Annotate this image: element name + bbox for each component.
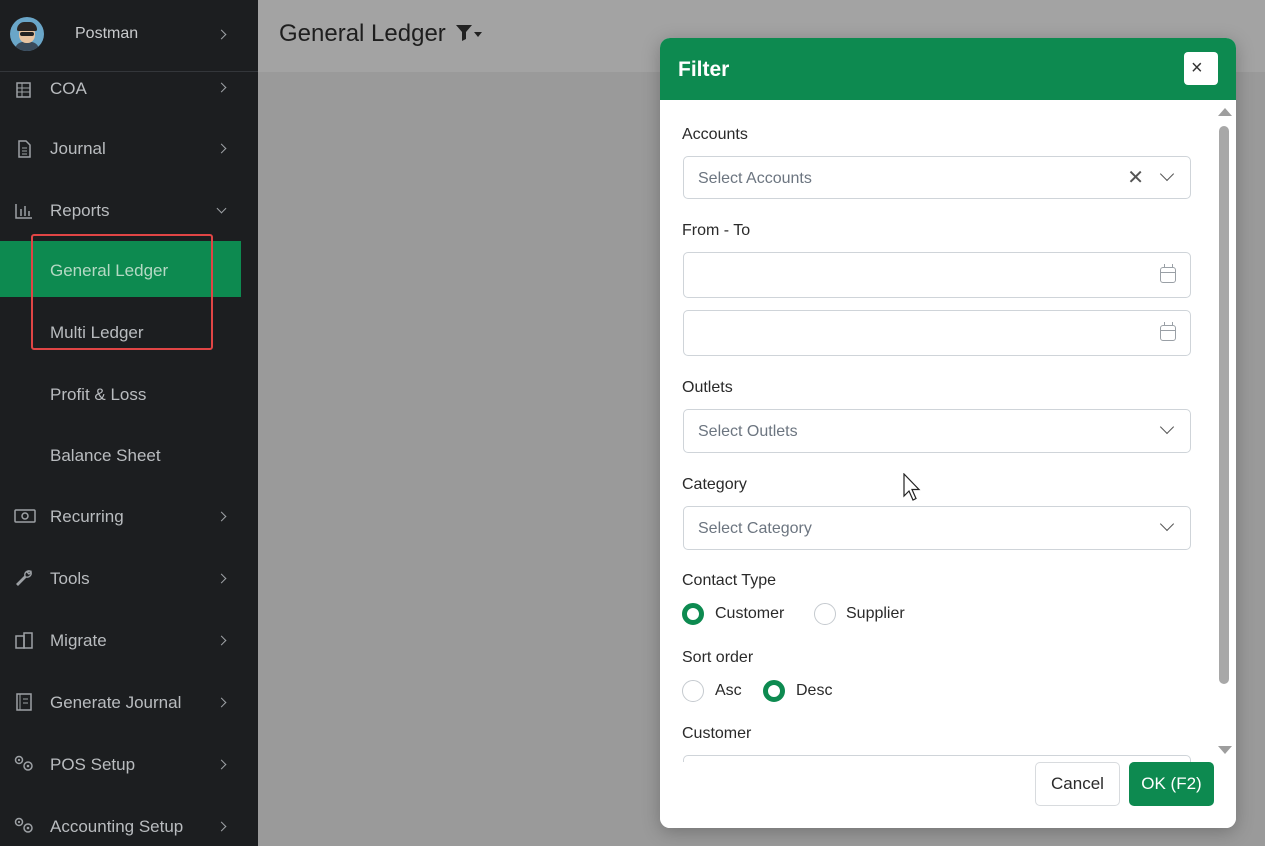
sidebar-subitem-profit-loss[interactable]: Profit & Loss <box>0 365 241 421</box>
contact-type-label: Contact Type <box>682 572 776 589</box>
chevron-down-icon <box>1159 516 1175 532</box>
radio-customer-label[interactable]: Customer <box>715 605 784 623</box>
sidebar-item-label: Reports <box>50 201 110 220</box>
user-name: Postman <box>75 25 139 42</box>
chevron-right-icon <box>216 821 227 832</box>
filter-icon[interactable] <box>456 24 484 44</box>
bar-chart-icon <box>15 204 32 219</box>
to-date-input[interactable] <box>683 310 1191 356</box>
radio-customer[interactable] <box>682 603 704 625</box>
wrench-icon <box>16 570 33 586</box>
radio-asc[interactable] <box>682 680 704 702</box>
sidebar-item-label: Accounting Setup <box>50 817 184 836</box>
chevron-right-icon <box>216 759 227 770</box>
gears-icon <box>14 817 33 833</box>
mouse-cursor-icon <box>903 473 921 501</box>
sidebar-subitem-label: Balance Sheet <box>50 446 161 465</box>
customer-select[interactable] <box>683 755 1191 762</box>
sidebar-item-label: COA <box>50 79 87 98</box>
chevron-down-icon <box>216 203 227 214</box>
table-grid-icon <box>16 82 31 98</box>
sidebar-item-label: Generate Journal <box>50 693 182 712</box>
sidebar-item-label: Journal <box>50 139 106 158</box>
chevron-right-icon <box>216 697 227 708</box>
scrollbar-thumb[interactable] <box>1219 126 1229 684</box>
ok-button[interactable]: OK (F2) <box>1129 762 1214 806</box>
sidebar-item-coa[interactable]: COA <box>0 64 258 112</box>
sidebar-item-reports[interactable]: Reports <box>0 187 258 235</box>
radio-asc-label[interactable]: Asc <box>715 682 742 700</box>
sidebar-item-label: Tools <box>50 569 90 588</box>
sidebar-item-accounting-setup[interactable]: Accounting Setup <box>0 803 258 846</box>
outlets-select[interactable]: Select Outlets <box>683 409 1191 453</box>
cash-icon <box>14 509 36 523</box>
clear-icon[interactable]: ✕ <box>1127 166 1144 190</box>
chevron-right-icon <box>216 82 227 93</box>
radio-supplier[interactable] <box>814 603 836 625</box>
radio-desc[interactable] <box>763 680 785 702</box>
category-placeholder: Select Category <box>698 520 812 537</box>
sidebar-item-journal[interactable]: Journal <box>0 125 258 173</box>
accounts-placeholder: Select Accounts <box>698 170 812 187</box>
sidebar-item-label: Recurring <box>50 507 124 526</box>
dialog-title: Filter <box>678 58 730 81</box>
category-label: Category <box>682 476 747 493</box>
gears-icon <box>14 755 33 771</box>
page-title: General Ledger <box>279 20 446 47</box>
outlets-placeholder: Select Outlets <box>698 423 798 440</box>
scrollbar[interactable] <box>1216 104 1232 760</box>
document-icon <box>18 140 31 158</box>
calendar-icon[interactable] <box>1160 322 1176 341</box>
outlets-label: Outlets <box>682 379 733 396</box>
sidebar-item-label: POS Setup <box>50 755 136 774</box>
sidebar-subitem-label: Profit & Loss <box>50 385 147 404</box>
ledger-book-icon <box>16 693 32 711</box>
calendar-icon[interactable] <box>1160 264 1176 283</box>
scroll-down-icon[interactable] <box>1218 746 1232 754</box>
sidebar-item-pos-setup[interactable]: POS Setup <box>0 741 258 789</box>
annotation-highlight-box <box>31 234 213 350</box>
customer-label: Customer <box>682 725 752 742</box>
avatar <box>10 17 44 51</box>
dialog-header: Filter × <box>660 38 1236 100</box>
accounts-label: Accounts <box>682 126 748 143</box>
sidebar: Postman COA Journal Reports General Ledg… <box>0 0 258 846</box>
migrate-icon <box>15 632 33 649</box>
sidebar-item-recurring[interactable]: Recurring <box>0 493 258 541</box>
chevron-down-icon <box>1159 419 1175 435</box>
radio-desc-label[interactable]: Desc <box>796 682 832 700</box>
sidebar-item-label: Migrate <box>50 631 107 650</box>
chevron-right-icon <box>216 29 227 40</box>
from-date-input[interactable] <box>683 252 1191 298</box>
sidebar-subitem-balance-sheet[interactable]: Balance Sheet <box>0 426 241 482</box>
close-button[interactable]: × <box>1184 52 1218 85</box>
chevron-right-icon <box>216 511 227 522</box>
filter-dialog: Filter × Accounts Select Accounts ✕ From… <box>660 38 1236 828</box>
chevron-right-icon <box>216 143 227 154</box>
category-select[interactable]: Select Category <box>683 506 1191 550</box>
cancel-button[interactable]: Cancel <box>1035 762 1120 806</box>
chevron-down-icon <box>1159 166 1175 182</box>
dialog-body: Accounts Select Accounts ✕ From - To Out… <box>660 100 1236 762</box>
user-menu[interactable]: Postman <box>0 0 258 72</box>
scroll-up-icon[interactable] <box>1218 108 1232 116</box>
from-to-label: From - To <box>682 222 751 239</box>
chevron-right-icon <box>216 573 227 584</box>
close-icon: × <box>1191 57 1203 79</box>
sidebar-item-tools[interactable]: Tools <box>0 555 258 603</box>
radio-supplier-label[interactable]: Supplier <box>846 605 905 623</box>
sidebar-item-generate-journal[interactable]: Generate Journal <box>0 679 258 727</box>
dialog-footer: Cancel OK (F2) <box>660 762 1236 828</box>
chevron-right-icon <box>216 635 227 646</box>
sidebar-item-migrate[interactable]: Migrate <box>0 617 258 665</box>
accounts-select[interactable]: Select Accounts ✕ <box>683 156 1191 199</box>
sort-order-label: Sort order <box>682 649 754 666</box>
